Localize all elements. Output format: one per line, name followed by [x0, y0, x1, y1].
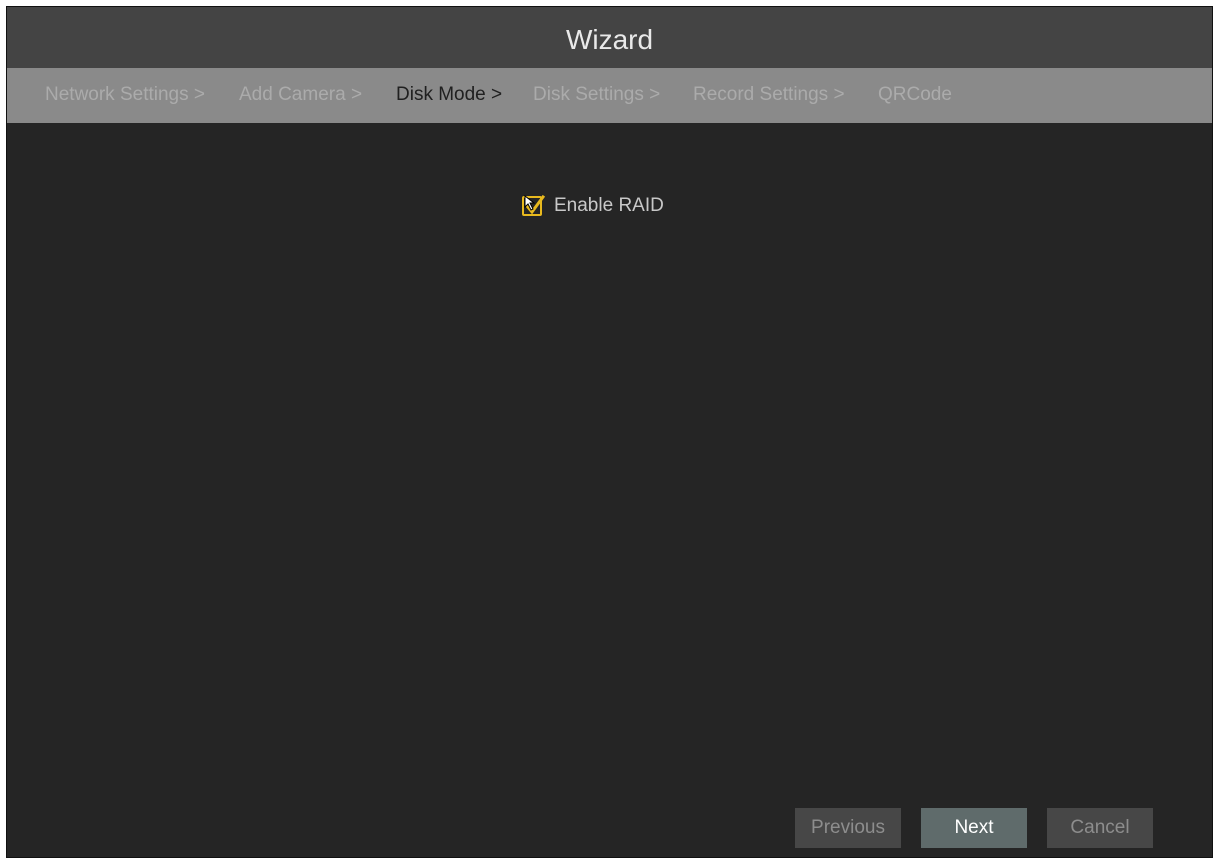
title-bar: Wizard: [7, 7, 1212, 68]
window-title: Wizard: [565, 23, 654, 55]
enable-raid-label: Enable RAID: [554, 195, 664, 216]
step-network-settings: Network Settings >: [45, 84, 205, 105]
next-button[interactable]: Next: [921, 808, 1027, 848]
step-add-camera: Add Camera >: [239, 84, 363, 105]
step-disk-settings: Disk Settings >: [533, 84, 661, 105]
disk-mode-panel: Enable RAID: [7, 123, 1212, 859]
cancel-button[interactable]: Cancel: [1047, 808, 1153, 848]
step-qrcode: QRCode: [878, 84, 952, 105]
step-record-settings: Record Settings >: [693, 84, 845, 105]
step-disk-mode: Disk Mode >: [396, 84, 503, 105]
enable-raid-option[interactable]: Enable RAID: [522, 195, 664, 217]
wizard-window: Wizard Network Settings > Add Camera > D…: [6, 6, 1213, 858]
enable-raid-checkbox[interactable]: [522, 195, 546, 216]
previous-button[interactable]: Previous: [795, 808, 901, 848]
pointer-cursor-icon: [524, 195, 536, 211]
wizard-steps-bar: Network Settings > Add Camera > Disk Mod…: [7, 68, 1212, 123]
